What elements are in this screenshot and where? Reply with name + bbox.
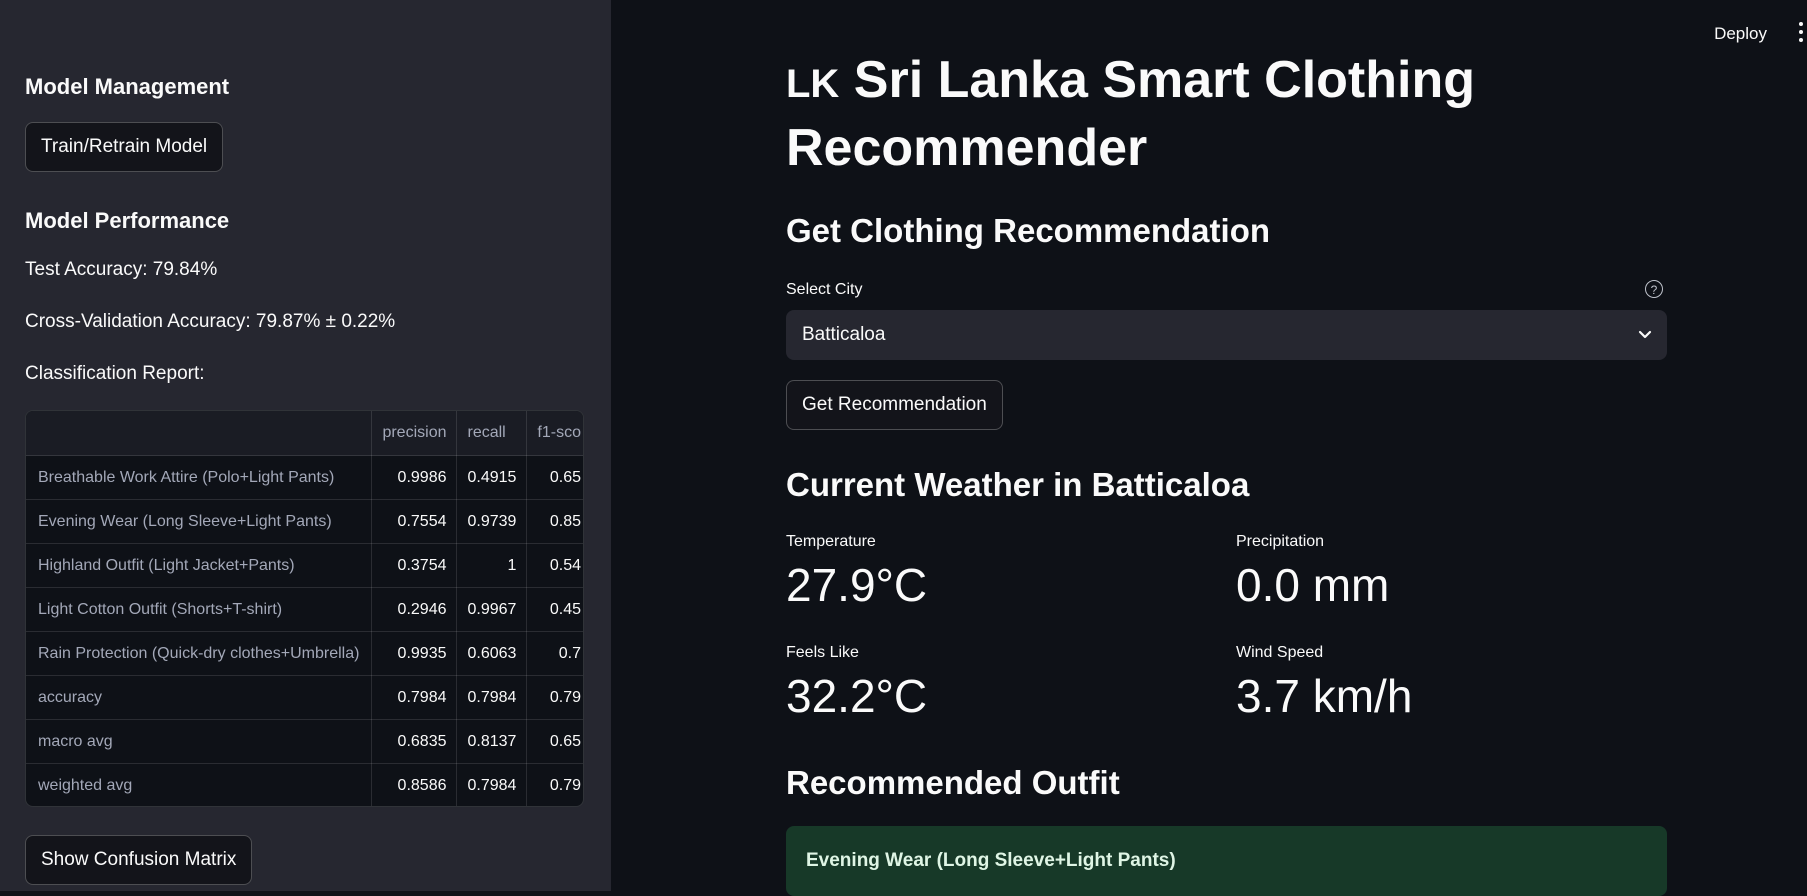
column-header-f1[interactable]: f1-sco (526, 411, 583, 456)
precision-cell: 0.3754 (371, 543, 458, 588)
recall-cell: 0.8137 (456, 719, 528, 764)
table-row: weighted avg 0.8586 0.7984 0.79 (26, 763, 583, 806)
f1-cell: 0.54 (526, 543, 583, 588)
precision-cell: 0.6835 (371, 719, 458, 764)
recall-cell: 0.4915 (456, 455, 528, 500)
select-city-label: Select City (786, 281, 863, 298)
row-label: Light Cotton Outfit (Shorts+T-shirt) (26, 587, 373, 632)
get-recommendation-heading: Get Clothing Recommendation (786, 212, 1271, 249)
row-label: Rain Protection (Quick-dry clothes+Umbre… (26, 631, 373, 676)
precision-cell: 0.9935 (371, 631, 458, 676)
wind-speed-label: Wind Speed (1236, 644, 1324, 661)
precision-cell: 0.7554 (371, 499, 458, 544)
precision-cell: 0.8586 (371, 763, 458, 806)
f1-cell: 0.85 (526, 499, 583, 544)
menu-dots-icon[interactable] (1797, 22, 1805, 46)
table-row: macro avg 0.6835 0.8137 0.65 (26, 719, 583, 764)
precision-cell: 0.2946 (371, 587, 458, 632)
table-row: Evening Wear (Long Sleeve+Light Pants) 0… (26, 499, 583, 544)
row-label: Highland Outfit (Light Jacket+Pants) (26, 543, 373, 588)
column-header-index (26, 411, 373, 456)
table-row: Highland Outfit (Light Jacket+Pants) 0.3… (26, 543, 583, 588)
table-row: Light Cotton Outfit (Shorts+T-shirt) 0.2… (26, 587, 583, 632)
row-label: macro avg (26, 719, 373, 764)
test-accuracy-text: Test Accuracy: 79.84% (25, 259, 218, 280)
sidebar: Model Management Train/Retrain Model Mod… (0, 0, 611, 891)
temperature-value: 27.9°C (786, 559, 928, 611)
f1-cell: 0.79 (526, 763, 583, 806)
table-row: Rain Protection (Quick-dry clothes+Umbre… (26, 631, 583, 676)
recommended-outfit-alert: Evening Wear (Long Sleeve+Light Pants) (786, 826, 1667, 896)
precipitation-value: 0.0 mm (1236, 559, 1390, 611)
row-label: accuracy (26, 675, 373, 720)
row-label: weighted avg (26, 763, 373, 806)
precision-cell: 0.9986 (371, 455, 458, 500)
deploy-button[interactable]: Deploy (1714, 24, 1767, 44)
recall-cell: 0.6063 (456, 631, 528, 676)
recall-cell: 0.7984 (456, 763, 528, 806)
f1-cell: 0.45 (526, 587, 583, 632)
get-recommendation-button[interactable]: Get Recommendation (786, 380, 1003, 430)
recall-cell: 1 (456, 543, 528, 588)
flag-emoji-text: LK (786, 62, 840, 106)
page-title-text: Sri Lanka Smart Clothing Recommender (786, 51, 1475, 177)
page-title: LK Sri Lanka Smart Clothing Recommender (786, 48, 1486, 180)
train-model-button[interactable]: Train/Retrain Model (25, 122, 224, 172)
temperature-label: Temperature (786, 533, 876, 550)
f1-cell: 0.7 (526, 631, 583, 676)
table-row: Breathable Work Attire (Polo+Light Pants… (26, 455, 583, 500)
precision-cell: 0.7984 (371, 675, 458, 720)
show-confusion-matrix-button[interactable]: Show Confusion Matrix (25, 835, 253, 885)
recommended-outfit-heading: Recommended Outfit (786, 764, 1120, 801)
row-label: Breathable Work Attire (Polo+Light Pants… (26, 455, 373, 500)
f1-cell: 0.65 (526, 455, 583, 500)
help-icon[interactable]: ? (1645, 280, 1663, 298)
precipitation-label: Precipitation (1236, 533, 1325, 550)
city-select-value: Batticaloa (802, 324, 886, 345)
recall-cell: 0.9967 (456, 587, 528, 632)
table-header-row: precision recall f1-sco (26, 411, 583, 456)
cv-accuracy-text: Cross-Validation Accuracy: 79.87% ± 0.22… (25, 311, 396, 332)
table-row: accuracy 0.7984 0.7984 0.79 (26, 675, 583, 720)
feels-like-label: Feels Like (786, 644, 859, 661)
column-header-recall[interactable]: recall (456, 411, 528, 456)
chevron-down-icon (1638, 330, 1652, 339)
recall-cell: 0.7984 (456, 675, 528, 720)
feels-like-value: 32.2°C (786, 670, 928, 722)
city-select[interactable]: Batticaloa (786, 310, 1667, 360)
f1-cell: 0.79 (526, 675, 583, 720)
recall-cell: 0.9739 (456, 499, 528, 544)
column-header-precision[interactable]: precision (371, 411, 458, 456)
classification-report-label: Classification Report: (25, 363, 205, 384)
model-management-heading: Model Management (25, 74, 230, 99)
weather-heading: Current Weather in Batticaloa (786, 466, 1250, 503)
row-label: Evening Wear (Long Sleeve+Light Pants) (26, 499, 373, 544)
model-performance-heading: Model Performance (25, 208, 230, 233)
f1-cell: 0.65 (526, 719, 583, 764)
wind-speed-value: 3.7 km/h (1236, 670, 1413, 722)
main-content: Deploy LK Sri Lanka Smart Clothing Recom… (611, 0, 1807, 896)
classification-report-table[interactable]: precision recall f1-sco Breathable Work … (25, 410, 584, 807)
